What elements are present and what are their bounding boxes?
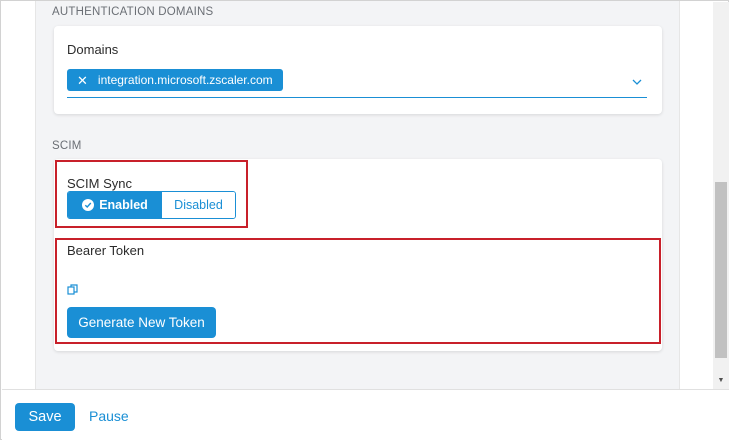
pause-button[interactable]: Pause bbox=[89, 408, 129, 424]
domains-card: Domains ✕ integration.microsoft.zscaler.… bbox=[54, 26, 662, 114]
chip-remove-icon[interactable]: ✕ bbox=[77, 74, 88, 87]
left-gutter bbox=[2, 2, 36, 389]
chevron-down-icon[interactable] bbox=[632, 77, 642, 87]
settings-content: AUTHENTICATION DOMAINS Domains ✕ integra… bbox=[36, 1, 679, 389]
scim-heading: SCIM bbox=[52, 140, 82, 152]
window-frame: AUTHENTICATION DOMAINS Domains ✕ integra… bbox=[0, 0, 729, 440]
domains-input-underline bbox=[67, 97, 647, 98]
right-gutter bbox=[680, 2, 713, 389]
auth-domains-heading: AUTHENTICATION DOMAINS bbox=[52, 6, 214, 18]
domain-chip-label: integration.microsoft.zscaler.com bbox=[97, 73, 273, 87]
bearer-token-highlight bbox=[55, 238, 661, 344]
save-button[interactable]: Save bbox=[15, 403, 75, 431]
scrollbar-thumb[interactable] bbox=[715, 182, 727, 358]
scroll-down-arrow-icon[interactable]: ▼ bbox=[714, 376, 728, 386]
scim-sync-highlight bbox=[55, 160, 248, 228]
domain-chip[interactable]: ✕ integration.microsoft.zscaler.com bbox=[67, 69, 283, 91]
domains-label: Domains bbox=[67, 42, 119, 57]
footer-bar: Save Pause bbox=[2, 389, 729, 440]
